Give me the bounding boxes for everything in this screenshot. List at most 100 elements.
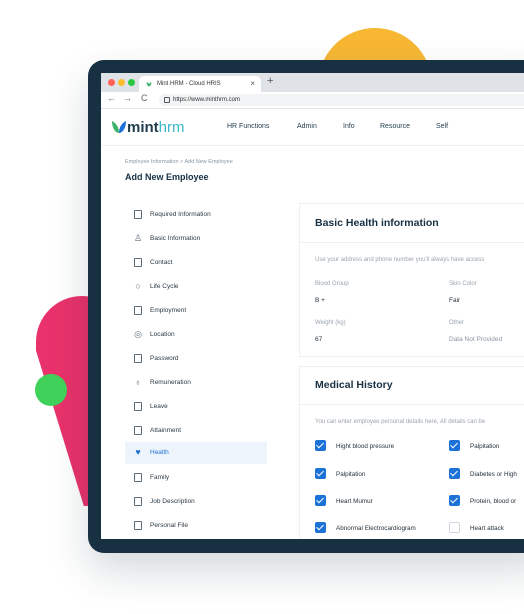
basic-health-card: Basic Health information Use your addres… (299, 203, 524, 357)
cycle-icon: ○ (135, 281, 141, 291)
sidebar-item-label: Personal File (150, 522, 188, 529)
checkbox-diabetes[interactable] (449, 468, 460, 479)
reload-icon[interactable]: C (141, 93, 148, 103)
sidebar-item-health[interactable]: ♥ Health (125, 442, 267, 464)
other-value: Data Not Provided (449, 336, 503, 343)
lock-icon (134, 354, 142, 363)
id-card-icon (134, 210, 142, 219)
calendar-minus-icon (134, 402, 142, 411)
forward-arrow-icon[interactable]: → (123, 93, 132, 103)
checkbox-label: Palpitation (336, 471, 366, 478)
window-maximize-dot[interactable] (128, 79, 135, 86)
sidebar-item-label: Family (150, 474, 170, 481)
mint-leaf-favicon-icon (146, 82, 152, 87)
sidebar-item-personal-file[interactable]: Personal File (125, 515, 267, 537)
screen: Mint HRM - Cloud HRIS × + ← → C https://… (101, 73, 524, 539)
sidebar-item-attainment[interactable]: Attainment (125, 420, 267, 442)
app-header: minthrm HR Functions Admin Info Resource… (101, 109, 524, 146)
sidebar-item-label: Location (150, 331, 175, 338)
tab-close-icon[interactable]: × (250, 76, 255, 92)
money-bag-icon: ♁ (134, 377, 142, 387)
menu-self[interactable]: Self (436, 123, 448, 130)
skin-color-label: Skin Color (449, 281, 477, 287)
checkbox-abnormal-ecg[interactable] (315, 522, 326, 533)
tab-title: Mint HRM - Cloud HRIS (157, 81, 221, 87)
sidebar-item-label: Job Description (150, 498, 195, 505)
checkbox-label: Hight blood pressure (336, 443, 395, 450)
sidebar-item-label: Required Information (150, 211, 211, 218)
sidebar-item-required-information[interactable]: Required Information (125, 204, 267, 226)
window-close-dot[interactable] (108, 79, 115, 86)
heart-icon: ♥ (135, 447, 141, 457)
document-icon (134, 497, 142, 506)
breadcrumb[interactable]: Employee Information > Add New Employee (125, 159, 233, 165)
checkbox-label: Abnormal Electrocardiogram (336, 525, 416, 532)
browser-tab[interactable]: Mint HRM - Cloud HRIS × (139, 76, 261, 92)
medical-history-card: Medical History You can enter employee p… (299, 366, 524, 539)
other-label: Other (449, 320, 465, 326)
browser-tab-bar: Mint HRM - Cloud HRIS × + (101, 73, 524, 92)
menu-admin[interactable]: Admin (297, 123, 317, 130)
page-title: Add New Employee (125, 172, 209, 182)
window-minimize-dot[interactable] (118, 79, 125, 86)
sidebar-item-label: Attainment (150, 427, 182, 434)
logo-text-hrm: hrm (158, 119, 185, 136)
checkbox-label: Heart attack (470, 525, 504, 532)
file-icon (134, 521, 142, 530)
certificate-icon (134, 426, 142, 435)
checkbox-label: Heart Mumur (336, 498, 373, 505)
checkbox-palpitation-1[interactable] (449, 440, 460, 451)
checkbox-heart-attack[interactable] (449, 522, 460, 533)
card-description: Use your address and phone number you'll… (315, 257, 485, 263)
sidebar-item-label: Remuneration (150, 379, 191, 386)
sidebar-item-label: Basic Information (150, 235, 201, 242)
url-field[interactable]: https://www.minthrm.com (159, 94, 524, 106)
location-pin-icon: ◎ (134, 329, 142, 339)
sidebar-item-label: Health (150, 449, 169, 456)
card-title: Basic Health information (315, 217, 439, 229)
sidebar-item-label: Life Cycle (150, 283, 179, 290)
user-icon: ♙ (134, 233, 143, 243)
card-title: Medical History (315, 379, 393, 391)
menu-resource[interactable]: Resource (380, 123, 410, 130)
sidebar-item-basic-information[interactable]: ♙ Basic Information (125, 228, 267, 250)
decorative-green-circle (35, 374, 67, 406)
new-tab-icon[interactable]: + (267, 75, 273, 87)
sidebar-item-life-cycle[interactable]: ○ Life Cycle (125, 276, 267, 298)
sidebar-item-family[interactable]: Family (125, 467, 267, 489)
family-icon (134, 473, 142, 482)
sidebar-item-leave[interactable]: Leave (125, 396, 267, 418)
menu-info[interactable]: Info (343, 123, 355, 130)
blood-group-label: Blood Group (315, 281, 349, 287)
sidebar-item-remuneration[interactable]: ♁ Remuneration (125, 372, 267, 394)
sidebar-item-label: Employment (150, 307, 187, 314)
checkbox-label: Palpitation (470, 443, 500, 450)
blood-group-value: B + (315, 297, 325, 304)
checkbox-protein-blood[interactable] (449, 495, 460, 506)
checkbox-label: Protein, blood or (470, 498, 517, 505)
mint-leaf-logo-icon (112, 121, 126, 133)
sidebar-item-label: Contact (150, 259, 173, 266)
checkbox-palpitation-2[interactable] (315, 468, 326, 479)
logo[interactable]: minthrm (111, 119, 185, 136)
back-arrow-icon[interactable]: ← (107, 93, 116, 103)
checkbox-high-blood-pressure[interactable] (315, 440, 326, 451)
checkbox-label: Diabetes or High (470, 471, 517, 478)
address-book-icon (134, 258, 142, 267)
sidebar-item-label: Password (150, 355, 179, 362)
checkbox-heart-murmur[interactable] (315, 495, 326, 506)
weight-value: 67 (315, 336, 323, 343)
menu-hr-functions[interactable]: HR Functions (227, 123, 269, 130)
sidebar-item-password[interactable]: Password (125, 348, 267, 370)
sidebar-item-job-description[interactable]: Job Description (125, 491, 267, 513)
skin-color-value: Fair (449, 297, 461, 304)
sidebar-item-location[interactable]: ◎ Location (125, 324, 267, 346)
url-text: https://www.minthrm.com (173, 97, 241, 103)
sidebar-item-employment[interactable]: Employment (125, 300, 267, 322)
divider (300, 404, 524, 405)
sidebar-item-contact[interactable]: Contact (125, 252, 267, 274)
sidebar-item-label: Leave (150, 403, 168, 410)
divider (300, 242, 524, 243)
briefcase-icon (134, 306, 142, 315)
card-description: You can enter employee personal details … (315, 419, 486, 425)
